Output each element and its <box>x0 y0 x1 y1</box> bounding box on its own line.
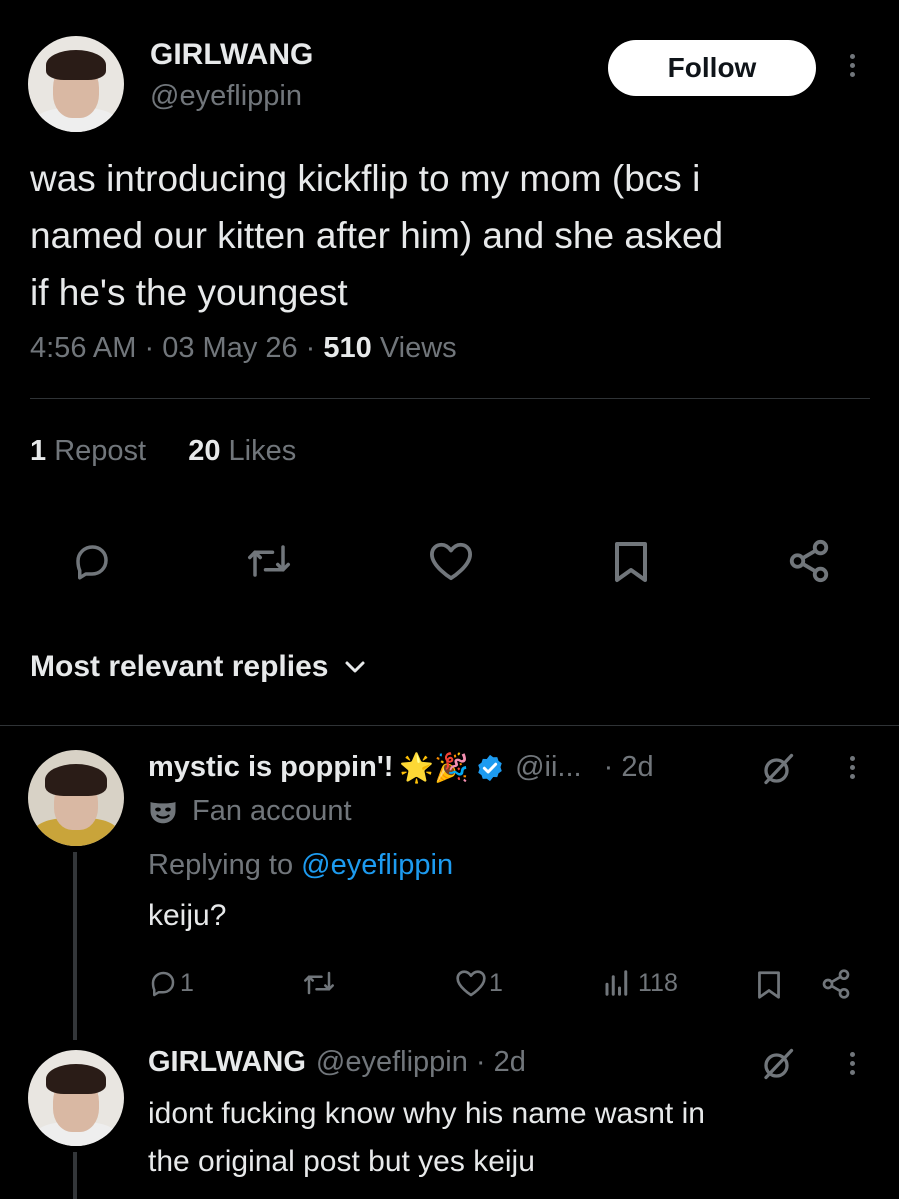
author-handle[interactable]: @eyeflippin <box>150 80 302 113</box>
reply-text: keiju? <box>148 899 227 932</box>
repost-count: 1 <box>30 435 47 467</box>
likes-label: Likes <box>228 435 297 467</box>
reply-views-count: 118 <box>638 968 678 997</box>
reply-author-name[interactable]: GIRLWANG <box>148 1046 306 1079</box>
tweet-text: was introducing kickflip to my mom (bcs … <box>30 150 880 321</box>
likes-stat[interactable]: 20 Likes <box>188 435 296 467</box>
more-options-icon[interactable] <box>840 50 864 81</box>
repost-icon <box>302 968 336 998</box>
reply-avatar[interactable] <box>28 1050 124 1146</box>
reply-views-button[interactable]: 118 <box>602 968 678 998</box>
replies-sort-dropdown[interactable]: Most relevant replies <box>30 650 366 684</box>
tweet-time[interactable]: 4:56 AM <box>30 332 136 364</box>
reply-author-emojis: 🌟🎉 <box>399 752 470 783</box>
reply-time[interactable]: · 2d <box>604 751 654 784</box>
replying-to-prefix: Replying to <box>148 849 294 881</box>
reply-icon[interactable] <box>70 540 114 582</box>
divider <box>0 725 899 726</box>
reply-share-icon[interactable] <box>820 968 852 1000</box>
verified-badge-icon <box>475 753 505 783</box>
replying-to-handle[interactable]: @eyeflippin <box>301 849 453 881</box>
grok-icon[interactable] <box>760 751 796 787</box>
author-avatar[interactable] <box>28 36 124 132</box>
reply-bookmark-icon[interactable] <box>756 970 782 1000</box>
tweet-stats: 1 Repost 20 Likes <box>30 435 296 468</box>
reply-header: GIRLWANG @eyeflippin · 2d <box>148 1046 526 1079</box>
reply-more-options-icon[interactable] <box>840 1048 864 1079</box>
follow-button[interactable]: Follow <box>608 40 816 96</box>
like-icon <box>455 968 487 998</box>
fan-account-label: Fan account <box>192 795 352 827</box>
like-icon[interactable] <box>428 540 474 582</box>
author-name[interactable]: GIRLWANG <box>150 38 313 72</box>
reply-icon <box>148 968 178 998</box>
tweet-meta: 4:56 AM · 03 May 26 · 510 Views <box>30 332 457 364</box>
reply-avatar[interactable] <box>28 750 124 846</box>
tweet-text-line: was introducing kickflip to my mom (bcs … <box>30 158 701 199</box>
bookmark-icon[interactable] <box>612 540 650 584</box>
tweet-text-line: if he's the youngest <box>30 272 348 313</box>
reply-reply-button[interactable]: 1 <box>148 968 194 998</box>
reply-like-button[interactable]: 1 <box>455 968 503 998</box>
divider <box>30 398 870 399</box>
tweet-date[interactable]: 03 May 26 <box>162 332 297 364</box>
replies-header-label: Most relevant replies <box>30 650 329 683</box>
fan-account-badge: Fan account <box>148 795 352 828</box>
thread-line <box>73 852 77 1040</box>
reply-author-handle[interactable]: @ii... <box>515 751 582 784</box>
replying-to: Replying to @eyeflippin <box>148 849 453 882</box>
chevron-down-icon <box>344 660 366 674</box>
views-label: Views <box>379 332 457 364</box>
thread-line <box>73 1152 77 1199</box>
likes-count: 20 <box>188 435 221 467</box>
repost-stat[interactable]: 1 Repost <box>30 435 146 467</box>
repost-icon[interactable] <box>244 540 294 582</box>
reply-more-options-icon[interactable] <box>840 752 864 783</box>
reply-text: idont fucking know why his name wasnt in… <box>148 1090 705 1186</box>
reply-text-line: the original post but yes keiju <box>148 1145 535 1178</box>
tweet-text-line: named our kitten after him) and she aske… <box>30 215 724 256</box>
reply-header: mystic is poppin'! 🌟🎉 @ii... · 2d <box>148 751 654 784</box>
grok-icon[interactable] <box>760 1046 796 1082</box>
mask-icon <box>148 797 178 827</box>
repost-label: Repost <box>54 435 147 467</box>
reply-author-handle[interactable]: @eyeflippin <box>316 1046 468 1079</box>
views-count: 510 <box>323 332 372 364</box>
reply-time[interactable]: · 2d <box>476 1046 526 1079</box>
reply-repost-button[interactable] <box>302 968 336 998</box>
reply-like-count: 1 <box>489 968 503 997</box>
reply-reply-count: 1 <box>180 968 194 997</box>
analytics-icon <box>602 968 632 998</box>
share-icon[interactable] <box>786 538 832 584</box>
reply-text-line: idont fucking know why his name wasnt in <box>148 1097 705 1130</box>
reply-author-name[interactable]: mystic is poppin'! <box>148 751 393 784</box>
